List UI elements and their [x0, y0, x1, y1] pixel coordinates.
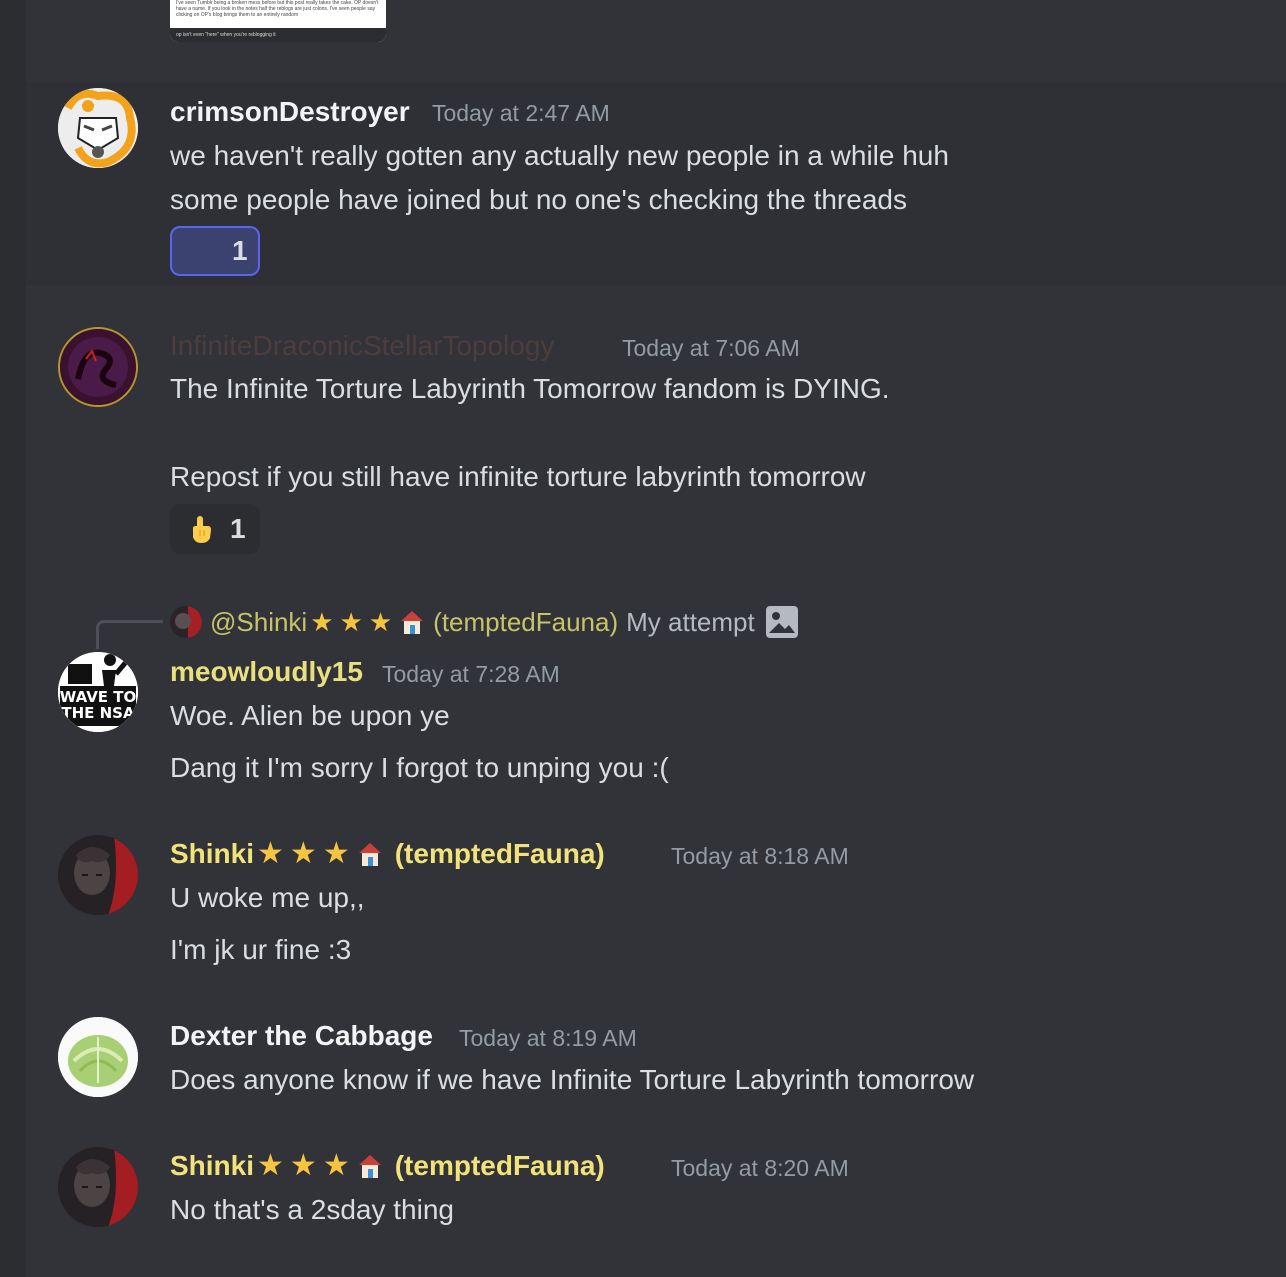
username-text[interactable]: Shinki — [170, 838, 254, 870]
timestamp[interactable]: Today at 7:28 AM — [382, 661, 560, 688]
reply-text[interactable]: My attempt — [626, 607, 755, 638]
house-icon — [397, 607, 427, 637]
message-line: Repost if you still have infinite tortur… — [170, 461, 866, 492]
pointing-hand-icon — [186, 514, 216, 544]
embed-text: I've seen Tumblr being a broken mess bef… — [176, 0, 379, 18]
avatar[interactable] — [58, 327, 138, 407]
username-suffix[interactable]: (temptedFauna) — [395, 838, 605, 870]
message-line: U woke me up,, — [170, 882, 365, 913]
reaction-button[interactable]: 1 — [170, 504, 260, 554]
username-text[interactable]: crimsonDestroyer — [170, 96, 410, 127]
message-line: Dang it I'm sorry I forgot to unping you… — [170, 752, 669, 783]
embed-caption: op isn't even "here" when you're reblogg… — [176, 32, 276, 38]
reply-connector — [96, 620, 163, 649]
star-icon: ★ — [368, 607, 393, 637]
avatar[interactable] — [58, 835, 138, 915]
username[interactable]: Shinki ★ ★ ★ (temptedFauna) — [170, 1150, 605, 1182]
message-line: Woe. Alien be upon ye — [170, 700, 450, 731]
avatar[interactable] — [58, 88, 138, 168]
reply-username-suffix[interactable]: (temptedFauna) — [433, 607, 618, 638]
avatar[interactable] — [58, 1147, 138, 1227]
username-text[interactable]: meowloudly15 — [170, 656, 363, 687]
username[interactable]: InfiniteDraconicStellarTopology — [170, 330, 554, 362]
username[interactable]: Shinki ★ ★ ★ (temptedFauna) — [170, 838, 605, 870]
star-icon: ★ — [257, 1149, 284, 1182]
message-line: The Infinite Torture Labyrinth Tomorrow … — [170, 373, 890, 404]
reaction-button[interactable]: 1 — [170, 226, 260, 276]
username-text[interactable]: InfiniteDraconicStellarTopology — [170, 330, 554, 361]
username[interactable]: meowloudly15 — [170, 656, 363, 688]
crescent-moon-icon — [188, 236, 218, 266]
username[interactable]: crimsonDestroyer — [170, 96, 410, 128]
star-icon: ★ — [257, 837, 284, 870]
avatar-text: WAVE TO THE NSA — [58, 689, 138, 721]
house-icon — [355, 1151, 385, 1181]
image-icon — [765, 605, 799, 639]
timestamp[interactable]: Today at 7:06 AM — [622, 335, 800, 362]
avatar[interactable]: WAVE TO THE NSA — [58, 652, 138, 732]
embedded-image-preview[interactable]: I've seen Tumblr being a broken mess bef… — [170, 0, 386, 42]
house-icon — [355, 839, 385, 869]
message-line: Does anyone know if we have Infinite Tor… — [170, 1064, 975, 1095]
username-text[interactable]: Dexter the Cabbage — [170, 1020, 433, 1051]
rank-stars: ★ ★ ★ — [254, 838, 353, 870]
reply-reference[interactable]: @Shinki ★ ★ ★ (temptedFauna) My attempt — [170, 604, 799, 640]
star-icon: ★ — [289, 837, 317, 870]
username[interactable]: Dexter the Cabbage — [170, 1020, 433, 1052]
username-suffix[interactable]: (temptedFauna) — [395, 1150, 605, 1182]
rank-stars: ★ ★ ★ — [254, 1150, 353, 1182]
message-line: we haven't really gotten any actually ne… — [170, 140, 949, 171]
timestamp[interactable]: Today at 8:19 AM — [459, 1025, 637, 1052]
reaction-count: 1 — [230, 513, 246, 544]
message-line: No that's a 2sday thing — [170, 1194, 454, 1225]
avatar[interactable] — [58, 1017, 138, 1097]
star-icon: ★ — [322, 837, 350, 870]
avatar-text-line: WAVE TO — [59, 688, 137, 706]
timestamp[interactable]: Today at 8:18 AM — [671, 843, 849, 870]
star-icon: ★ — [339, 607, 363, 637]
star-icon: ★ — [310, 607, 334, 637]
star-icon: ★ — [322, 1149, 350, 1182]
rank-stars: ★ ★ ★ — [307, 607, 395, 637]
timestamp[interactable]: Today at 2:47 AM — [432, 100, 610, 127]
timestamp[interactable]: Today at 8:20 AM — [671, 1155, 849, 1182]
reply-username[interactable]: @Shinki — [210, 607, 307, 638]
message-line: I'm jk ur fine :3 — [170, 934, 352, 965]
avatar-text-line: THE NSA — [61, 704, 135, 722]
username-text[interactable]: Shinki — [170, 1150, 254, 1182]
message-line: some people have joined but no one's che… — [170, 184, 907, 215]
channel-sidebar-edge — [0, 0, 26, 1277]
reply-avatar[interactable] — [170, 606, 202, 638]
reaction-count: 1 — [232, 235, 248, 266]
star-icon: ★ — [289, 1149, 317, 1182]
